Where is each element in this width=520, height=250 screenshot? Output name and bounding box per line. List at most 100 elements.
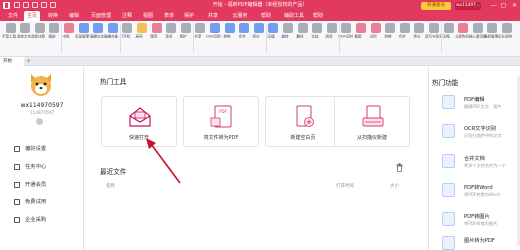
menu-share[interactable]: 共享 — [206, 11, 220, 21]
ribbon-button[interactable]: OCR识别 — [206, 23, 221, 40]
menu-help-2[interactable]: 帮助 — [311, 11, 325, 21]
sidebar-item-label: 免费试用 — [25, 199, 47, 205]
ribbon-separator — [119, 25, 121, 53]
ribbon-button-label: 授权管理 — [483, 35, 498, 39]
ribbon-button[interactable]: 保护 — [179, 23, 192, 40]
ribbon-button[interactable]: 页面管理 — [75, 23, 90, 40]
ribbon-button[interactable]: 翻译 — [296, 23, 309, 40]
menu-home[interactable]: 主页 — [24, 11, 40, 21]
add-tab-button[interactable]: + — [26, 57, 31, 66]
ribbon-button-label: 选择文本 — [16, 35, 31, 39]
ribbon-button[interactable]: 共享 — [194, 23, 207, 40]
ribbon-button[interactable]: 企业采购 — [498, 23, 513, 40]
ribbon-button-label: 页面管理 — [75, 35, 90, 39]
rotate-icon — [282, 23, 293, 33]
user-account-button[interactable]: wx11497... — [455, 2, 481, 10]
menu-edit[interactable]: 编辑 — [66, 11, 82, 21]
ribbon-button[interactable]: 选择文本 — [16, 23, 32, 40]
ribbon-button[interactable]: 转换 — [384, 23, 397, 40]
ribbon-button[interactable]: 书签 — [62, 23, 75, 40]
tab-start[interactable]: 开始 — [0, 57, 24, 66]
ribbon-button[interactable]: 授权管理 — [483, 23, 499, 40]
hand-icon — [5, 23, 16, 33]
pdf-to-image-icon — [442, 212, 455, 226]
close-button[interactable]: ✕ — [510, 1, 519, 10]
ribbon-button[interactable]: 立即购买 — [454, 23, 470, 40]
ribbon-button[interactable]: 选择注释 — [31, 23, 46, 40]
ribbon-button[interactable]: 比较 — [311, 23, 324, 40]
menu-view[interactable]: 视图 — [141, 11, 155, 21]
convert2-icon — [385, 23, 396, 33]
menu-file[interactable]: 文件 — [6, 11, 20, 21]
tool-new-from-scanner[interactable]: 从扫描仪新建 — [334, 96, 410, 147]
ribbon-button-label: 立即购买 — [454, 35, 469, 39]
ribbon-button-label: 拆分 — [252, 35, 260, 39]
annotation-arrow — [146, 138, 181, 184]
share-icon — [195, 23, 206, 33]
ribbon-button[interactable]: 编辑文本 — [90, 23, 105, 40]
feature-ocr[interactable]: OCR文字识别 识别扫描件中的文字 — [442, 124, 520, 146]
feature-desc: 识别扫描件中的文字 — [464, 133, 502, 138]
recognize-icon — [370, 23, 381, 33]
maximize-button[interactable]: ▢ — [499, 1, 508, 10]
ribbon-button[interactable]: OCR识别 — [338, 23, 353, 40]
enterprise-icon — [14, 217, 20, 223]
ribbon-button[interactable]: 打字机 — [120, 23, 134, 40]
ribbon-button[interactable]: 编辑对象 — [104, 23, 119, 40]
ribbon-button[interactable]: 阅读 — [325, 23, 338, 40]
menu-annotate[interactable]: 注释 — [120, 11, 134, 21]
ribbon-button[interactable]: 填写与签名 — [425, 23, 443, 40]
minimize-button[interactable]: — — [489, 1, 498, 10]
ribbon-button[interactable]: 手型工具 — [2, 23, 17, 40]
ribbon-button[interactable]: 图章 — [150, 23, 163, 40]
ribbon-toolbar: 手型工具 选择文本 选择注释 缩放 书签 页面管理 编辑文本 编辑对象 打字机 高亮 图章 签名 保护 共… — [0, 21, 520, 57]
open-member-button[interactable]: 开通会员 — [421, 2, 451, 10]
ribbon-button[interactable]: 旋转 — [281, 23, 294, 40]
feature-pdf-to-image[interactable]: PDF转图片 将PDF转换为图片 — [442, 212, 520, 234]
feature-image-to-pdf[interactable]: 图片转为PDF — [442, 236, 520, 250]
select-annotation-icon — [34, 23, 45, 33]
ribbon-button[interactable]: 识别 — [369, 23, 382, 40]
column-size[interactable]: 大小 — [390, 183, 399, 189]
protect-icon — [180, 23, 191, 33]
ribbon-button[interactable]: 拆分 — [413, 23, 426, 40]
ribbon-button[interactable]: 转换 — [223, 23, 236, 40]
ribbon-button[interactable]: 合并 — [398, 23, 411, 40]
menu-cloud[interactable]: 云服务 — [230, 11, 250, 21]
ribbon-button[interactable]: 合并 — [238, 23, 251, 40]
menu-convert[interactable]: 转换 — [45, 11, 61, 21]
ribbon-button[interactable]: 缩放 — [48, 23, 61, 40]
trash-icon[interactable] — [396, 163, 403, 172]
menu-help[interactable]: 帮助 — [259, 11, 273, 21]
ribbon-button[interactable]: 压缩 — [442, 23, 455, 40]
tool-new-blank-page[interactable]: 新建空白页 — [265, 96, 341, 147]
column-open-time[interactable]: 打开时间 — [336, 183, 354, 189]
pdf-to-word-icon — [442, 183, 455, 197]
ribbon-button-label: 填写与签名 — [425, 35, 443, 39]
tool-convert-to-pdf[interactable]: PDF 将文件转为PDF — [183, 96, 259, 147]
ribbon-button-label: 缩放 — [48, 35, 56, 39]
stamp-icon — [151, 23, 162, 33]
ribbon-button[interactable]: 高亮 — [135, 23, 148, 40]
merge-doc-icon — [442, 154, 455, 168]
menu-protect[interactable]: 保护 — [182, 11, 196, 21]
column-name[interactable]: 名称 — [106, 183, 115, 189]
ribbon-separator — [338, 25, 340, 53]
avatar[interactable] — [27, 72, 55, 98]
ribbon-button[interactable]: 签名 — [165, 23, 178, 40]
ribbon-separator — [192, 25, 194, 53]
ribbon-separator — [265, 25, 267, 53]
menu-page-manage[interactable]: 页面管理 — [88, 11, 114, 21]
ribbon-button[interactable]: 压缩 — [267, 23, 280, 40]
feature-pdf-to-word[interactable]: PDF转Word 将PDF转换为Word — [442, 183, 520, 205]
menu-accessibility[interactable]: 辅助工具 — [282, 11, 306, 21]
feature-merge[interactable]: 合并文档 将多个文档合并为一个 — [442, 154, 520, 176]
ribbon-button[interactable]: 截图 — [354, 23, 367, 40]
ribbon-button-label: 高亮 — [135, 35, 143, 39]
feature-pdf-edit[interactable]: PDF编辑 编辑PDF文字、图片 — [442, 95, 520, 117]
ribbon-button-label: 阅读 — [325, 35, 333, 39]
ribbon-button[interactable]: 拆分 — [252, 23, 265, 40]
menu-form[interactable]: 表单 — [162, 11, 176, 21]
title-bar: 开始 - 福昕PDF编辑器（未经授权的产品） 开通会员 wx11497... —… — [0, 0, 520, 11]
ribbon-button[interactable]: 输入激活码 — [469, 23, 487, 40]
